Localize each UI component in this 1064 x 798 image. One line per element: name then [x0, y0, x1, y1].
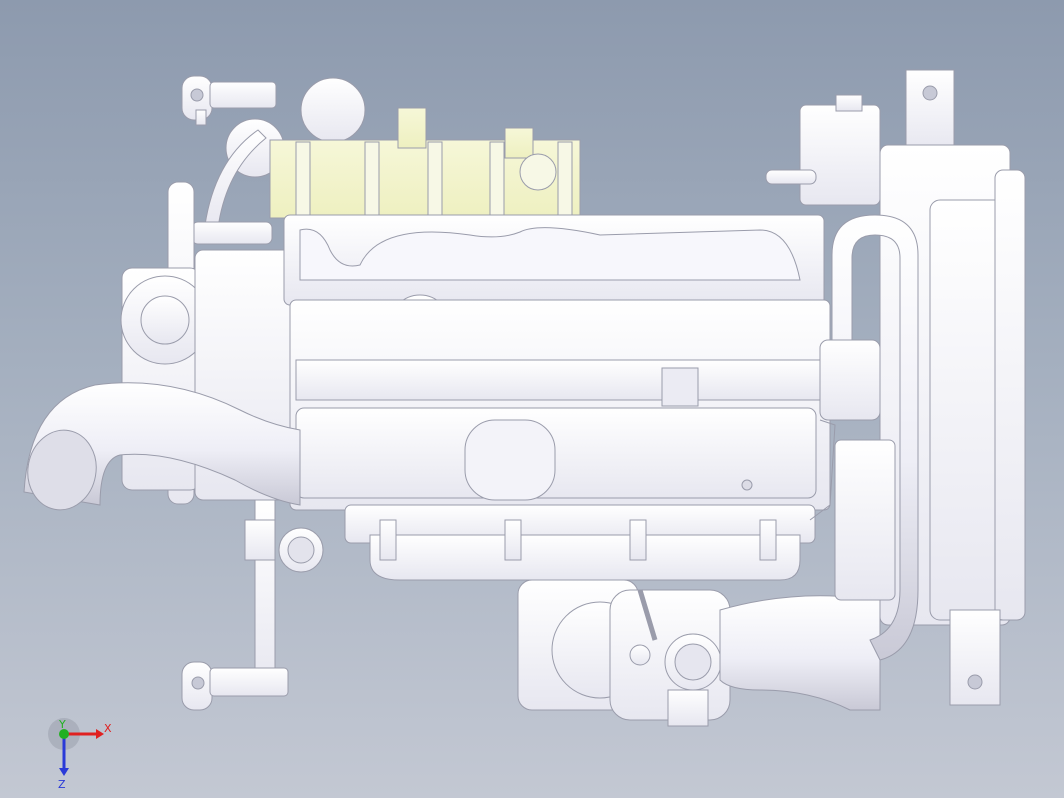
charge-air-pipe: [719, 595, 881, 711]
axis-triad: X Y Z: [48, 718, 112, 791]
x-axis-label: X: [104, 722, 112, 735]
y-axis-label: Y: [58, 718, 66, 731]
lifting-eye-bottom-left: [181, 499, 289, 711]
cad-viewport[interactable]: X Y Z: [0, 0, 1064, 798]
lifting-eye-top-left: [181, 75, 277, 126]
cylinder-block: [289, 299, 831, 511]
turbocharger: [517, 579, 731, 727]
x-axis-arrow-head: [96, 729, 104, 739]
engine-model[interactable]: [0, 0, 1064, 798]
oil-pan: [344, 504, 816, 581]
z-axis-label: Z: [58, 778, 66, 791]
z-axis-arrow-head: [59, 768, 69, 776]
oil-filler-cap: [300, 77, 366, 143]
